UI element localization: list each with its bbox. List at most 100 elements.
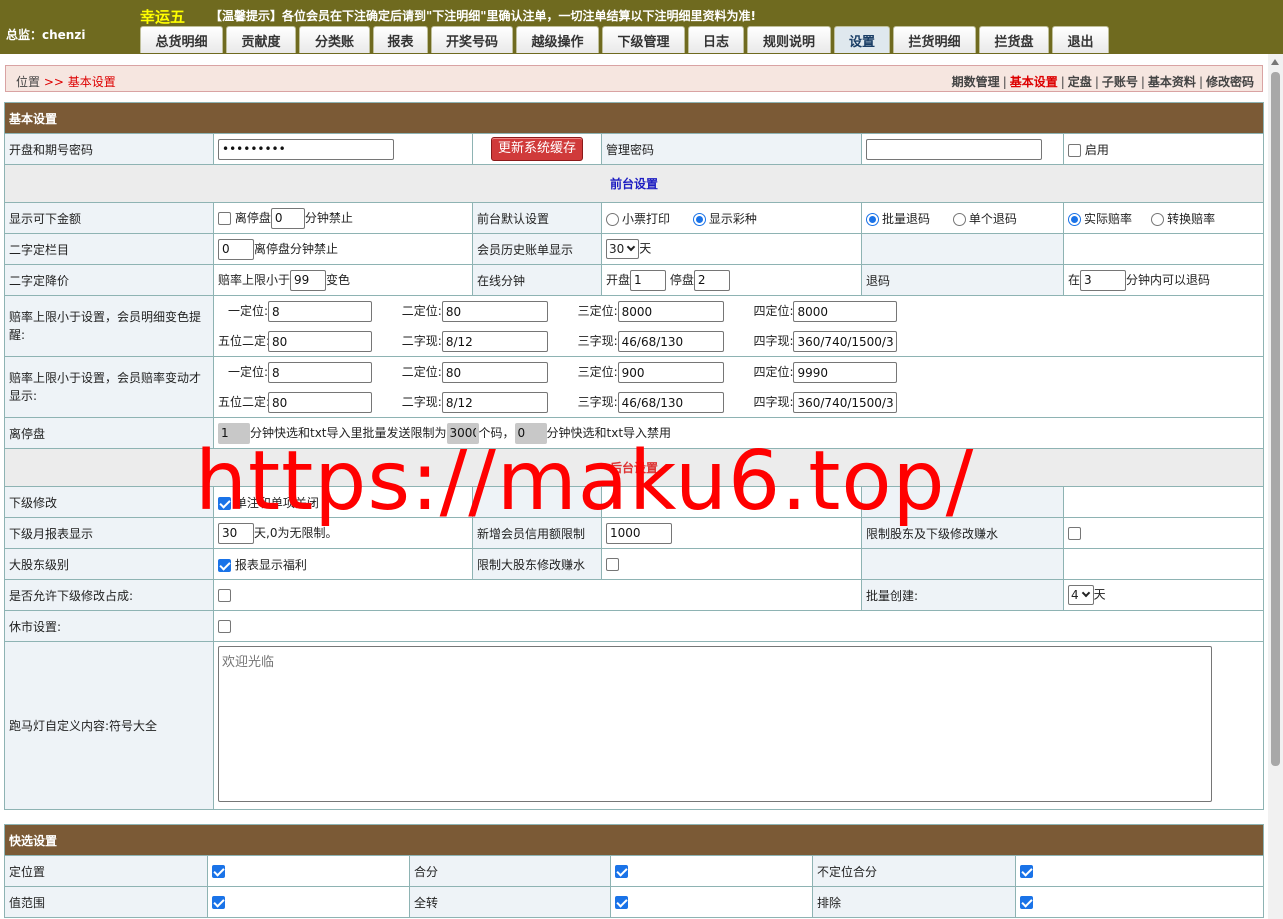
- quick-settings-table: 快选设置 定位置 合分 不定位合分 值范围 全转 排除: [3, 824, 1265, 918]
- scrollbar-thumb[interactable]: [1271, 72, 1280, 766]
- remind-input-7[interactable]: [617, 331, 724, 352]
- open-password-input[interactable]: [218, 138, 394, 160]
- open-minutes-input[interactable]: [630, 269, 667, 291]
- radio-batch-refund[interactable]: [866, 212, 879, 226]
- radio-actual-odds[interactable]: [1068, 212, 1081, 226]
- enable-checkbox[interactable]: [1068, 143, 1081, 157]
- remind-input-6[interactable]: [441, 331, 548, 352]
- sub-edit-checkbox[interactable]: [218, 496, 231, 510]
- allow-edit-share-checkbox[interactable]: [218, 589, 231, 602]
- remind-row-1: 一定位: 二定位: 三定位: 四定位:: [218, 297, 1259, 327]
- stop-minutes-input[interactable]: [693, 269, 730, 291]
- away-minutes-input[interactable]: [218, 422, 250, 444]
- away-text-2: 个码，: [478, 425, 515, 440]
- link-profile[interactable]: 基本资料: [1148, 75, 1196, 89]
- link-fixed-board[interactable]: 定盘: [1068, 75, 1092, 89]
- change-input-4[interactable]: [793, 362, 898, 383]
- marquee-textarea[interactable]: [218, 646, 1212, 802]
- show-bet-minutes-input[interactable]: [270, 207, 305, 229]
- remind-label-3: 三定位:: [577, 304, 618, 318]
- tab-contribution[interactable]: 贡献度: [226, 26, 296, 53]
- quick-exclude-checkbox[interactable]: [1020, 896, 1033, 909]
- away-limit-input[interactable]: [446, 422, 479, 444]
- quick-combine-label: 合分: [409, 855, 611, 887]
- big-holder-label: 大股东级别: [4, 548, 214, 580]
- change-input-8[interactable]: [793, 392, 898, 413]
- vertical-scrollbar[interactable]: [1268, 54, 1283, 919]
- two-col-minutes-input[interactable]: [218, 238, 254, 260]
- admin-password-input[interactable]: [866, 138, 1042, 160]
- tab-blocked-board[interactable]: 拦货盘: [979, 26, 1049, 53]
- refund-prefix: 在: [1068, 272, 1081, 287]
- change-input-5[interactable]: [268, 392, 372, 413]
- link-periods[interactable]: 期数管理: [952, 75, 1000, 89]
- tab-rules[interactable]: 规则说明: [747, 26, 831, 53]
- radio-batch-refund-label: 批量退码: [882, 211, 931, 226]
- remind-input-4[interactable]: [793, 301, 898, 322]
- link-sub-accounts[interactable]: 子账号: [1102, 75, 1138, 89]
- remind-input-1[interactable]: [268, 301, 372, 322]
- monthly-days-input[interactable]: [218, 522, 254, 544]
- market-close-checkbox[interactable]: [218, 620, 231, 633]
- change-input-7[interactable]: [617, 392, 724, 413]
- link-basic-settings[interactable]: 基本设置: [1010, 75, 1058, 89]
- batch-create-select[interactable]: 4: [1068, 585, 1094, 605]
- tab-blocked-detail[interactable]: 拦货明细: [893, 26, 976, 53]
- quick-exclude-label: 排除: [812, 886, 1016, 918]
- remind-input-8[interactable]: [793, 331, 898, 352]
- tab-logs[interactable]: 日志: [688, 26, 744, 53]
- change-input-6[interactable]: [441, 392, 548, 413]
- change-input-2[interactable]: [441, 362, 548, 383]
- radio-single-refund[interactable]: [952, 212, 966, 226]
- tab-ledger[interactable]: 分类账: [299, 26, 370, 53]
- quick-unfixed-checkbox[interactable]: [1020, 865, 1033, 878]
- remind-label-7: 三字现:: [577, 334, 618, 348]
- show-bet-checkbox[interactable]: [218, 211, 231, 225]
- history-days-select[interactable]: 30: [606, 239, 640, 259]
- tab-settings[interactable]: 设置: [834, 26, 890, 53]
- quick-unfixed-label: 不定位合分: [812, 855, 1016, 887]
- quick-position-checkbox[interactable]: [212, 865, 225, 878]
- odds-upper-input[interactable]: [290, 269, 327, 291]
- radio-convert-odds[interactable]: [1151, 212, 1165, 226]
- online-minutes-label: 在线分钟: [472, 264, 602, 296]
- link-change-password[interactable]: 修改密码: [1206, 75, 1254, 89]
- credit-limit-input[interactable]: [606, 522, 672, 544]
- batch-create-value: 4: [1071, 588, 1079, 602]
- tab-results[interactable]: 开奖号码: [431, 26, 513, 53]
- refresh-cache-button[interactable]: 更新系统缓存: [490, 137, 583, 161]
- quick-range-label: 值范围: [4, 886, 208, 918]
- change-row-2: 五位二定: 二字现: 三字现: 四字现:: [218, 387, 1259, 417]
- tab-subordinates[interactable]: 下级管理: [602, 26, 685, 53]
- limit-big-checkbox[interactable]: [606, 558, 619, 571]
- limit-share-label: 限制股东及下级修改赚水: [861, 517, 1064, 549]
- remind-input-2[interactable]: [441, 301, 548, 322]
- batch-create-label: 批量创建:: [861, 579, 1064, 611]
- refund-minutes-input[interactable]: [1080, 269, 1127, 291]
- history-label: 会员历史账单显示: [472, 233, 602, 265]
- change-input-3[interactable]: [617, 362, 724, 383]
- away-disable-input[interactable]: [514, 422, 547, 444]
- quick-range-checkbox[interactable]: [212, 896, 225, 909]
- two-col-label: 二字定栏目: [4, 233, 214, 265]
- quick-full-checkbox[interactable]: [615, 896, 628, 909]
- radio-single-refund-label: 单个退码: [968, 211, 1017, 226]
- tab-reports[interactable]: 报表: [373, 26, 428, 53]
- limit-share-checkbox[interactable]: [1068, 527, 1081, 540]
- marquee-label: 跑马灯自定义内容:符号大全: [4, 641, 214, 810]
- change-input-1[interactable]: [268, 362, 372, 383]
- remind-input-5[interactable]: [268, 331, 372, 352]
- quick-combine-checkbox[interactable]: [615, 865, 628, 878]
- tab-override[interactable]: 越级操作: [516, 26, 599, 53]
- tab-summary[interactable]: 总货明细: [140, 26, 223, 53]
- radio-show-lottery[interactable]: [692, 212, 706, 226]
- tab-logout[interactable]: 退出: [1052, 26, 1109, 53]
- two-col-suffix: 离停盘分钟禁止: [254, 241, 339, 256]
- change-label-1: 一定位:: [227, 365, 268, 379]
- change-label-6: 二字现:: [401, 395, 442, 409]
- report-welfare-checkbox[interactable]: [218, 558, 231, 572]
- remind-input-3[interactable]: [617, 301, 724, 322]
- radio-ticket-print[interactable]: [606, 212, 619, 226]
- scroll-up-arrow-icon[interactable]: [1271, 59, 1279, 65]
- notice-text: 【温馨提示】各位会员在下注确定后请到"下注明细"里确认注单，一切注单结算以下注明…: [210, 9, 756, 23]
